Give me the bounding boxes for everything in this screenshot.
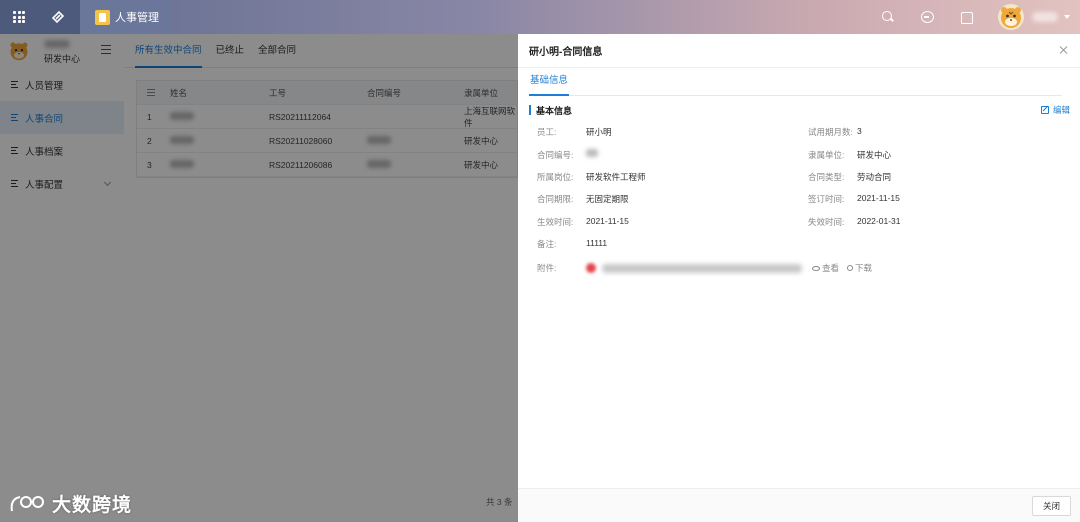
view-label: 查看 [822, 263, 840, 273]
view-attachment-link[interactable]: 查看 [812, 262, 839, 274]
edit-icon [1040, 106, 1049, 114]
tab-basic-info[interactable]: 基础信息 [529, 74, 570, 96]
field-value: 11111 [586, 238, 608, 248]
close-icon[interactable] [1059, 45, 1069, 55]
field-position: 所属岗位: 研发软件工程师 [537, 171, 646, 183]
message-icon[interactable] [920, 10, 934, 24]
watermark: 大数跨境 [8, 490, 132, 517]
field-label: 员工: [537, 127, 557, 137]
download-icon [847, 265, 854, 271]
section-title: 基本信息 [536, 105, 573, 116]
download-attachment-link[interactable]: 下载 [847, 262, 872, 274]
contract-no-blurred [586, 149, 598, 157]
field-label: 隶属单位: [808, 150, 845, 160]
field-label: 备注: [537, 239, 557, 249]
field-label: 所属岗位: [537, 172, 574, 182]
user-avatar[interactable] [998, 4, 1024, 30]
drawer-title: 研小明-合同信息 [529, 47, 603, 58]
search-icon[interactable] [881, 10, 895, 24]
field-value: 2021-11-15 [586, 216, 629, 226]
field-value: 2022-01-31 [857, 216, 901, 226]
tiger-avatar-icon [1001, 7, 1021, 28]
field-label: 合同期限: [537, 194, 574, 204]
shirt-icon[interactable] [959, 10, 973, 24]
pdf-file-icon [586, 263, 596, 273]
field-value: 3 [857, 126, 862, 136]
field-label: 附件: [537, 263, 557, 273]
drawer-tabs: 基础信息 [529, 74, 1062, 96]
top-bar-left [0, 0, 80, 34]
field-value: 研小明 [586, 127, 612, 137]
watermark-logo-icon [10, 495, 44, 511]
field-probation: 试用期月数: 3 [808, 126, 862, 138]
field-signed-date: 签订时间: 2021-11-15 [808, 193, 900, 205]
download-label: 下载 [855, 263, 873, 273]
field-term: 合同期限: 无固定期限 [537, 193, 629, 205]
contract-detail-drawer: 研小明-合同信息 基础信息 基本信息 编辑 员工: 研小明 合同编号: 所属岗位… [518, 34, 1080, 522]
drawer-footer: 关闭 [518, 488, 1080, 522]
field-attachment: 附件: 查看 下载 [537, 262, 880, 274]
hr-app-icon [95, 9, 110, 25]
field-value: 无固定期限 [586, 194, 629, 204]
edit-button[interactable]: 编辑 [1040, 104, 1070, 116]
drawer-header: 研小明-合同信息 [518, 34, 1080, 68]
chevron-down-icon[interactable] [1064, 15, 1070, 19]
field-label: 试用期月数: [808, 127, 853, 137]
field-label: 签订时间: [808, 194, 845, 204]
field-value: 研发软件工程师 [586, 172, 646, 182]
eye-icon [812, 265, 820, 271]
field-unit: 隶属单位: 研发中心 [808, 149, 891, 161]
field-remark: 备注: 11111 [537, 238, 607, 250]
field-value: 劳动合同 [857, 172, 892, 182]
field-expiry-date: 失效时间: 2022-01-31 [808, 216, 900, 228]
app-tab-hr[interactable]: 人事管理 [80, 0, 172, 34]
edit-label: 编辑 [1052, 105, 1070, 115]
user-name-blurred[interactable] [1032, 12, 1058, 22]
apps-grid-icon[interactable] [13, 11, 25, 23]
field-value: 研发中心 [857, 150, 892, 160]
field-value: 2021-11-15 [857, 193, 900, 203]
field-label: 生效时间: [537, 217, 574, 227]
app-tab-label: 人事管理 [115, 12, 159, 24]
close-button[interactable]: 关闭 [1032, 496, 1071, 516]
top-bar: 人事管理 [0, 0, 1080, 34]
attachment-name-blurred[interactable] [602, 263, 802, 273]
field-contract-no: 合同编号: [537, 149, 598, 161]
field-label: 合同类型: [808, 172, 845, 182]
field-employee: 员工: 研小明 [537, 126, 612, 138]
modal-overlay[interactable] [0, 34, 518, 522]
field-effective-date: 生效时间: 2021-11-15 [537, 216, 629, 228]
section-marker [529, 105, 531, 115]
field-contract-type: 合同类型: 劳动合同 [808, 171, 891, 183]
logo-icon[interactable] [50, 9, 66, 25]
field-label: 合同编号: [537, 150, 574, 160]
field-label: 失效时间: [808, 217, 845, 227]
watermark-text: 大数跨境 [52, 495, 133, 516]
top-bar-actions [881, 0, 1080, 34]
section-header: 基本信息 [529, 104, 572, 116]
